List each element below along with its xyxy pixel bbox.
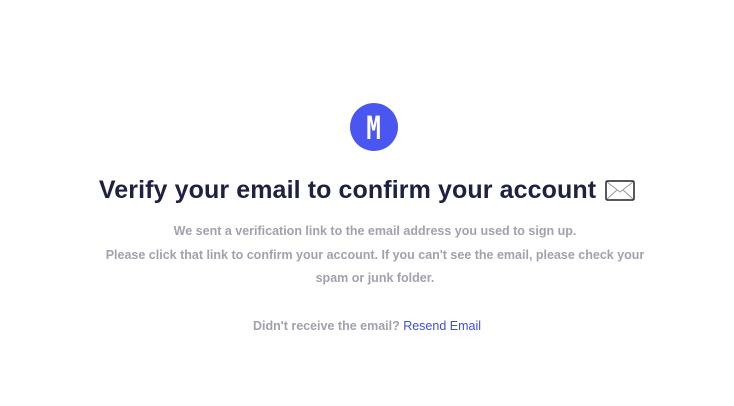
resend-prompt: Didn't receive the email? — [252, 319, 404, 333]
verification-message: We sent a verification link to the email… — [90, 220, 660, 291]
message-line: Please click that link to confirm your a… — [105, 247, 645, 262]
envelope-icon — [605, 179, 635, 201]
brand-logo: M — [350, 103, 398, 151]
message-line: spam or junk folder. — [315, 271, 435, 285]
title-row: Verify your email to confirm your accoun… — [0, 170, 734, 210]
logo-letter: M — [366, 108, 382, 147]
resend-email-link[interactable]: Resend Email — [403, 319, 481, 333]
verify-email-page: M Verify your email to confirm your acco… — [0, 0, 734, 406]
message-line: We sent a verification link to the email… — [173, 224, 577, 238]
resend-row: Didn't receive the email? Resend Email — [0, 316, 734, 336]
page-title: Verify your email to confirm your accoun… — [98, 175, 597, 204]
